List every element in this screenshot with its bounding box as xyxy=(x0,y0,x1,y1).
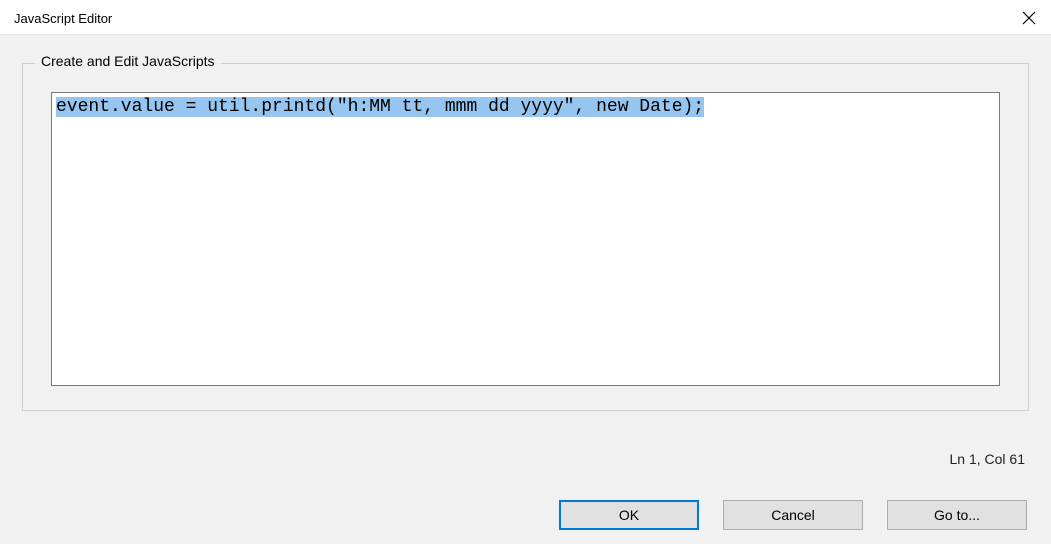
code-editor[interactable]: event.value = util.printd("h:MM tt, mmm … xyxy=(52,93,999,385)
window-title: JavaScript Editor xyxy=(14,11,112,26)
goto-button[interactable]: Go to... xyxy=(887,500,1027,530)
selected-text[interactable]: event.value = util.printd("h:MM tt, mmm … xyxy=(56,97,704,117)
close-icon xyxy=(1022,11,1036,25)
cursor-position: Ln 1, Col 61 xyxy=(950,451,1026,467)
button-row: OK Cancel Go to... xyxy=(0,500,1051,530)
title-bar: JavaScript Editor xyxy=(0,0,1051,34)
dialog-content: Create and Edit JavaScripts event.value … xyxy=(0,34,1051,544)
close-button[interactable] xyxy=(1019,8,1039,28)
groupbox-label: Create and Edit JavaScripts xyxy=(35,53,221,69)
editor-container: event.value = util.printd("h:MM tt, mmm … xyxy=(51,92,1000,386)
cancel-button[interactable]: Cancel xyxy=(723,500,863,530)
groupbox: Create and Edit JavaScripts event.value … xyxy=(22,63,1029,411)
ok-button[interactable]: OK xyxy=(559,500,699,530)
